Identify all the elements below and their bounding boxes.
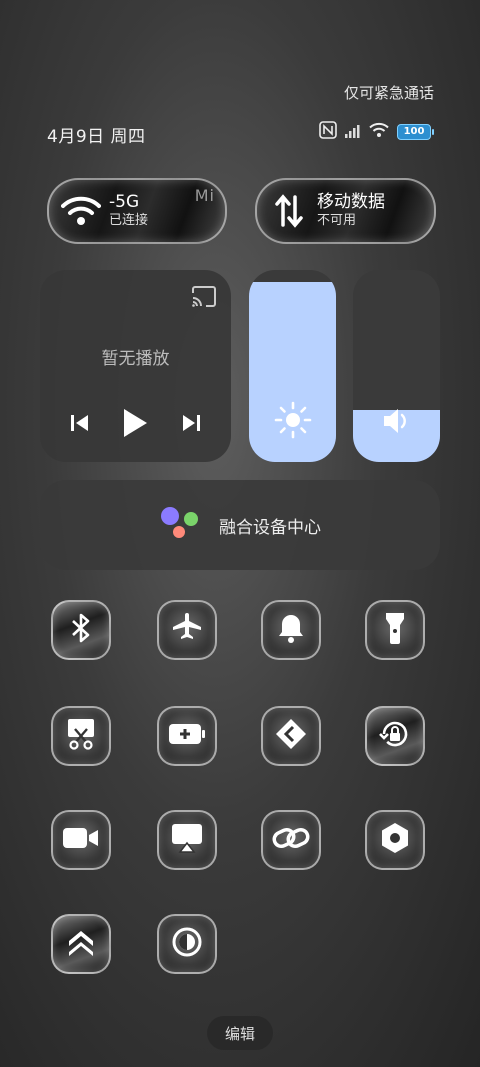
- link-tile[interactable]: [261, 810, 321, 870]
- wifi-icon: [59, 189, 103, 233]
- wifi-network-name: -5G: [109, 192, 140, 212]
- mobile-data-icon: [267, 189, 311, 233]
- media-player-card[interactable]: 暂无播放: [40, 270, 231, 462]
- mobile-data-toggle[interactable]: 移动数据 不可用: [255, 178, 436, 244]
- signal-icon: [345, 123, 361, 142]
- screenshot-icon: [65, 717, 97, 755]
- emergency-call-text: 仅可紧急通话: [343, 84, 434, 102]
- mobile-data-status: 不可用: [317, 213, 357, 228]
- wifi-status: 已连接: [109, 213, 149, 228]
- screen-cast-icon: [170, 822, 204, 858]
- performance-tile[interactable]: [51, 914, 111, 974]
- settings-tile[interactable]: [365, 810, 425, 870]
- wifi-icon: [369, 122, 389, 142]
- bluetooth-icon: [70, 612, 92, 648]
- rotation-lock-tile[interactable]: [365, 706, 425, 766]
- play-icon[interactable]: [122, 408, 148, 442]
- screenshot-tile[interactable]: [51, 706, 111, 766]
- flashlight-icon: [383, 611, 407, 649]
- video-icon: [62, 825, 100, 855]
- media-empty-text: 暂无播放: [101, 349, 170, 369]
- brightness-slider[interactable]: [249, 270, 336, 462]
- volume-slider[interactable]: [353, 270, 440, 462]
- battery-saver-icon: [168, 722, 206, 750]
- device-center-label: 融合设备中心: [219, 517, 321, 538]
- date-text: 4月9日 周四: [47, 127, 146, 147]
- battery-icon: 100: [397, 124, 434, 140]
- performance-icon: [66, 927, 96, 961]
- device-center-card[interactable]: 融合设备中心: [40, 480, 440, 570]
- mobile-data-label: 移动数据: [317, 192, 385, 212]
- dark-mode-tile[interactable]: [157, 914, 217, 974]
- bell-icon: [276, 612, 306, 648]
- wifi-background-text: Mi: [194, 186, 215, 205]
- flashlight-tile[interactable]: [365, 600, 425, 660]
- battery-level: 100: [397, 124, 431, 140]
- next-icon[interactable]: [181, 413, 201, 437]
- edit-button[interactable]: 编辑: [207, 1016, 273, 1050]
- wifi-toggle[interactable]: -5G 已连接 Mi: [47, 178, 227, 244]
- sun-icon: [249, 400, 336, 440]
- nearby-share-icon: [274, 717, 308, 755]
- device-center-icon: [159, 505, 201, 545]
- speaker-icon: [353, 406, 440, 436]
- airplane-icon: [170, 611, 204, 649]
- cast-icon[interactable]: [191, 286, 217, 312]
- airplane-mode-tile[interactable]: [157, 600, 217, 660]
- rotation-lock-icon: [378, 717, 412, 755]
- screen-cast-tile[interactable]: [157, 810, 217, 870]
- previous-icon[interactable]: [70, 413, 90, 437]
- ringer-tile[interactable]: [261, 600, 321, 660]
- battery-saver-tile[interactable]: [157, 706, 217, 766]
- nfc-icon: [319, 121, 337, 143]
- link-icon: [272, 823, 310, 857]
- settings-icon: [380, 822, 410, 858]
- nearby-share-tile[interactable]: [261, 706, 321, 766]
- status-bar-icons: 100: [319, 121, 434, 143]
- video-tile[interactable]: [51, 810, 111, 870]
- dark-mode-icon: [171, 926, 203, 962]
- bluetooth-tile[interactable]: [51, 600, 111, 660]
